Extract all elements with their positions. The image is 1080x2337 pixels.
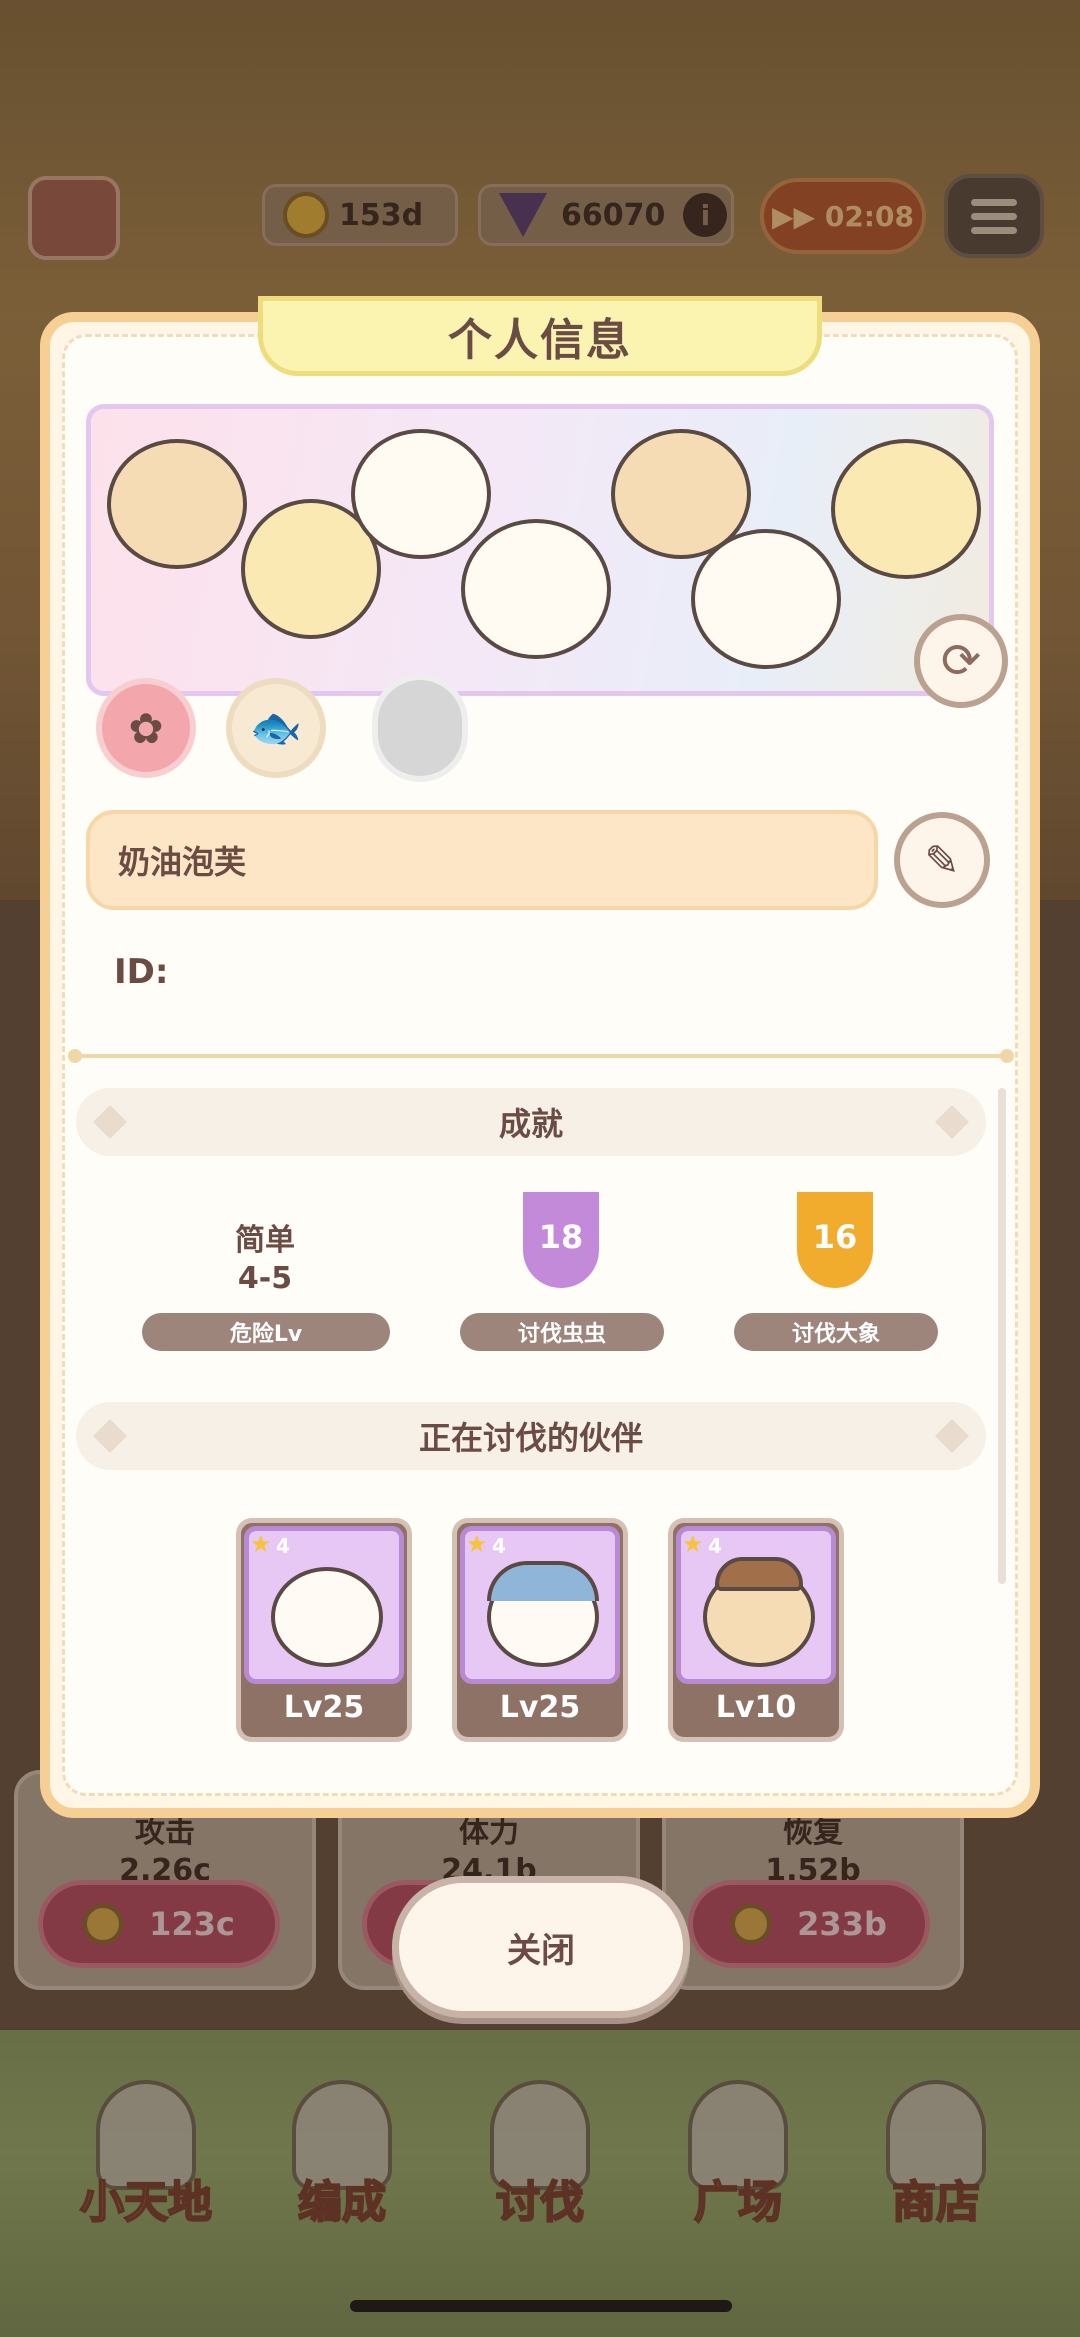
achievements-header: 成就 [76, 1088, 986, 1156]
character-illustration [351, 429, 491, 559]
character-illustration [831, 439, 981, 579]
scrollbar[interactable] [998, 1088, 1006, 1584]
companion-card[interactable]: ★ 4 Lv25 [236, 1518, 412, 1742]
achievement-value: 16 [812, 1218, 858, 1256]
badge-icon[interactable]: ✿ [96, 678, 196, 778]
section-title: 正在讨伐的伙伴 [418, 1419, 643, 1457]
character-illustration [461, 519, 611, 659]
home-indicator[interactable] [350, 2300, 732, 2312]
star-count: 4 [276, 1534, 290, 1558]
profile-banner-image [86, 404, 994, 696]
trophy-icon: 18 [509, 1188, 613, 1292]
companions-header: 正在讨伐的伙伴 [76, 1402, 986, 1470]
achievement-value: 简单 4-5 [235, 1223, 295, 1296]
achievement-label: 讨伐虫虫 [460, 1313, 664, 1351]
player-id-label: ID: [114, 952, 169, 992]
player-name-field: 奶油泡芙 [86, 810, 878, 910]
companion-level: Lv25 [283, 1690, 365, 1725]
star-icon: ★ [250, 1530, 272, 1558]
companion-card[interactable]: ★ 4 Lv25 [452, 1518, 628, 1742]
divider [68, 1049, 1014, 1063]
diamond-icon [935, 1419, 969, 1453]
star-icon: ★ [466, 1530, 488, 1558]
section-title: 成就 [498, 1105, 563, 1143]
modal-title: 个人信息 [258, 296, 822, 376]
star-count: 4 [492, 1534, 506, 1558]
diamond-icon [93, 1105, 127, 1139]
companion-level: Lv10 [715, 1690, 797, 1725]
achievement-label: 危险Lv [142, 1313, 390, 1351]
mask-badge-icon[interactable] [372, 674, 468, 782]
character-illustration [107, 439, 247, 569]
trophy-icon: 16 [783, 1188, 887, 1292]
star-count: 4 [708, 1534, 722, 1558]
achievement-label: 讨伐大象 [734, 1313, 938, 1351]
achievement-value: 18 [538, 1218, 584, 1256]
edit-name-button[interactable]: ✎ [894, 812, 990, 908]
refresh-banner-button[interactable]: ⟳ [914, 614, 1008, 708]
diamond-icon [935, 1105, 969, 1139]
star-icon: ★ [682, 1530, 704, 1558]
diamond-icon [93, 1419, 127, 1453]
companion-level: Lv25 [499, 1690, 581, 1725]
character-illustration [691, 529, 841, 669]
close-button[interactable]: 关闭 [392, 1876, 690, 2018]
companion-card[interactable]: ★ 4 Lv10 [668, 1518, 844, 1742]
taiyaki-badge-icon[interactable]: 🐟 [226, 678, 326, 778]
